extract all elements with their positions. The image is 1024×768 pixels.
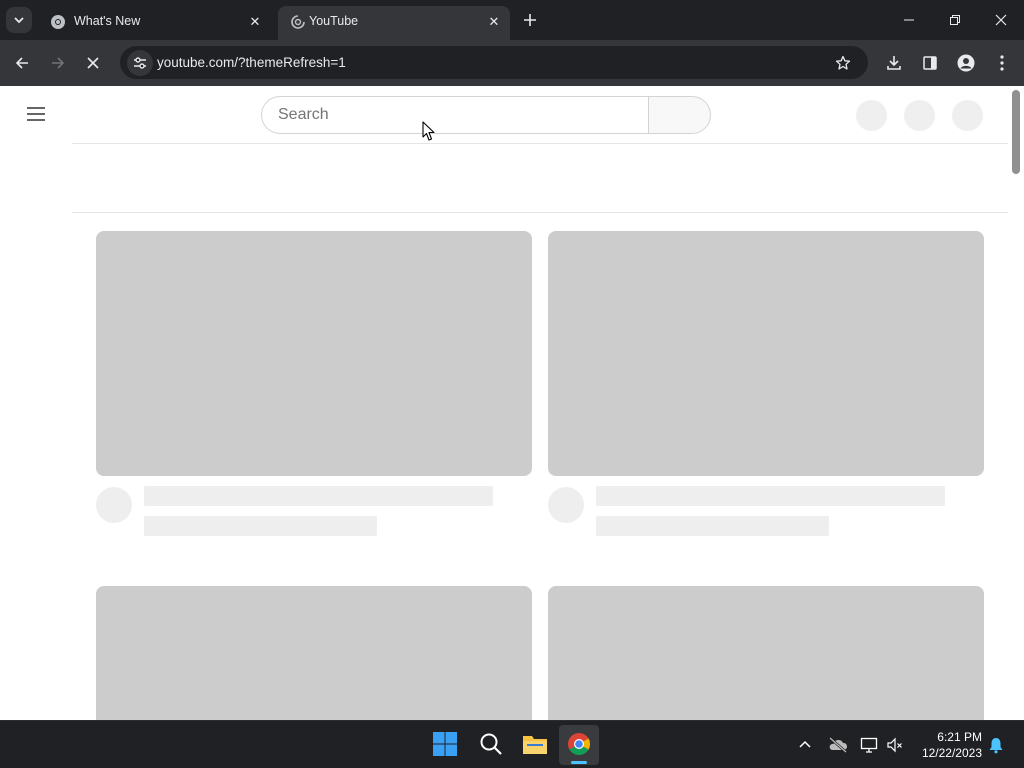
search-input[interactable] [261,96,649,134]
close-window-button[interactable] [989,8,1013,32]
download-icon [887,56,901,70]
side-panel-icon [923,56,937,70]
volume-muted-icon [887,737,902,753]
divider [72,212,1008,213]
chevron-up-icon [799,740,811,748]
restore-icon [950,15,960,25]
person-icon [957,54,975,72]
chrome-taskbar-button[interactable] [559,725,599,765]
downloads-button[interactable] [880,49,908,77]
hamburger-icon [27,107,45,121]
tab-title: YouTube [309,14,359,28]
show-hidden-icons-button[interactable] [798,737,814,753]
notifications-button[interactable] [987,736,1005,754]
address-bar[interactable]: youtube.com/?themeRefresh=1 [120,46,868,79]
star-icon [835,55,851,70]
back-button[interactable] [8,49,36,77]
close-icon [995,14,1007,26]
site-info-button[interactable] [127,50,153,76]
video-thumbnail-placeholder [96,231,532,476]
tab-strip: What's New ✕ YouTube ✕ [0,0,1024,40]
url-text: youtube.com/?themeRefresh=1 [157,55,346,70]
close-tab-icon[interactable]: ✕ [246,13,264,31]
channel-avatar-placeholder [548,487,584,523]
loading-spinner-icon [291,15,305,29]
menu-button[interactable] [988,49,1016,77]
channel-avatar-placeholder [96,487,132,523]
windows-icon [433,732,457,756]
new-tab-button[interactable] [518,8,542,32]
forward-button[interactable] [44,49,72,77]
tab-youtube[interactable]: YouTube ✕ [278,6,510,40]
video-thumbnail-placeholder [96,586,532,720]
plus-icon [524,14,536,26]
profile-button[interactable] [952,49,980,77]
onedrive-tray-icon[interactable] [828,737,848,753]
minimize-button[interactable] [897,8,921,32]
close-icon [87,57,99,69]
more-vert-icon [1000,55,1004,71]
taskbar-search-button[interactable] [478,731,506,759]
scrollbar[interactable] [1012,90,1020,174]
network-icon [860,737,878,753]
chrome-icon [51,15,65,29]
divider [72,143,1008,144]
search-button[interactable] [648,96,711,134]
bell-icon [989,738,1003,754]
mouse-cursor-icon [422,121,435,141]
arrow-right-icon [52,57,65,69]
start-button[interactable] [432,731,460,759]
tab-whats-new[interactable]: What's New ✕ [38,6,274,40]
cloud-off-icon [829,737,848,753]
clock-date[interactable]: 12/22/2023 [910,746,982,760]
chrome-icon [568,733,590,755]
chevron-down-icon [14,17,24,24]
search-icon [480,733,502,755]
volume-tray-icon[interactable] [886,736,904,754]
arrow-left-icon [15,57,28,69]
side-panel-button[interactable] [916,49,944,77]
bookmark-button[interactable] [832,52,854,74]
file-explorer-button[interactable] [521,731,549,759]
restore-button[interactable] [943,8,967,32]
header-placeholder-circle [856,100,887,131]
header-placeholder-circle [952,100,983,131]
stop-loading-button[interactable] [79,49,107,77]
meta-placeholder [596,516,829,536]
clock-time[interactable]: 6:21 PM [918,730,982,744]
guide-menu-button[interactable] [22,104,50,124]
close-tab-icon[interactable]: ✕ [485,13,503,31]
meta-placeholder [144,516,377,536]
network-tray-icon[interactable] [860,736,878,754]
header-placeholder-circle [904,100,935,131]
minimize-icon [904,19,914,21]
folder-icon [523,736,547,754]
tab-title: What's New [74,14,141,28]
tab-search-button[interactable] [6,7,32,33]
active-indicator [571,761,587,764]
title-placeholder [596,486,945,506]
page-content [0,86,1024,720]
title-placeholder [144,486,493,506]
tune-icon [134,57,146,69]
video-thumbnail-placeholder [548,231,984,476]
taskbar: 6:21 PM 12/22/2023 [0,720,1024,768]
video-thumbnail-placeholder [548,586,984,720]
browser-toolbar: youtube.com/?themeRefresh=1 [0,40,1024,86]
